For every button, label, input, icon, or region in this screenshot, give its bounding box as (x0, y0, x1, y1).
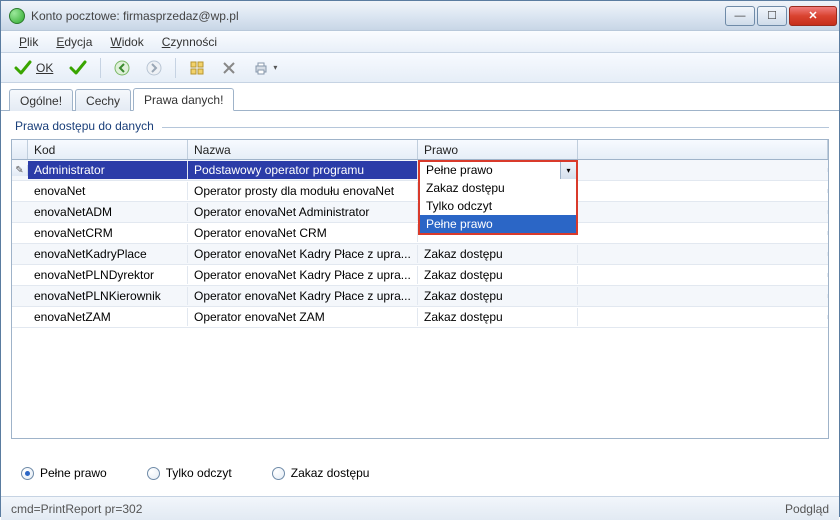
col-prawo[interactable]: Prawo (418, 140, 578, 159)
cell-nazwa[interactable]: Operator enovaNet ZAM (188, 308, 418, 326)
cell-prawo[interactable]: Zakaz dostępu (418, 245, 578, 263)
content-pane: Prawa dostępu do danych Kod Nazwa Prawo … (1, 111, 839, 450)
close-button[interactable]: ✕ (789, 6, 837, 26)
tab-ogolne[interactable]: Ogólne! (9, 89, 73, 111)
menu-widok[interactable]: Widok (102, 33, 151, 51)
cell-fill (578, 231, 828, 235)
chevron-down-icon: ▾ (273, 63, 277, 72)
tab-cechy[interactable]: Cechy (75, 89, 131, 111)
group-label: Prawa dostępu do danych (11, 119, 158, 133)
data-grid[interactable]: Kod Nazwa Prawo ✎ Administrator Podstawo… (11, 139, 829, 439)
col-kod[interactable]: Kod (28, 140, 188, 159)
edit-pencil-icon: ✎ (15, 165, 23, 176)
maximize-button[interactable]: ☐ (757, 6, 787, 26)
titlebar: Konto pocztowe: firmasprzedaz@wp.pl — ☐ … (1, 1, 839, 31)
cell-fill (578, 189, 828, 193)
toolbar-separator (100, 58, 101, 78)
cell-kod[interactable]: Administrator (28, 161, 188, 179)
cell-nazwa[interactable]: Operator enovaNet Kadry Płace z upra... (188, 245, 418, 263)
menu-plik[interactable]: Plik (11, 33, 46, 51)
radio-zakaz-dostepu[interactable]: Zakaz dostępu (272, 466, 370, 480)
check-icon (14, 59, 32, 77)
cell-nazwa[interactable]: Podstawowy operator programu (188, 161, 418, 179)
toolbar-separator (175, 58, 176, 78)
ok-label: OK (36, 61, 53, 75)
window: Konto pocztowe: firmasprzedaz@wp.pl — ☐ … (0, 0, 840, 517)
menubar: Plik Edycja Widok Czynności (1, 31, 839, 53)
cell-kod[interactable]: enovaNetPLNKierownik (28, 287, 188, 305)
tab-prawa-danych[interactable]: Prawa danych! (133, 88, 234, 111)
cell-nazwa[interactable]: Operator enovaNet Administrator (188, 203, 418, 221)
radio-tylko-odczyt[interactable]: Tylko odczyt (147, 466, 232, 480)
cell-fill (578, 315, 828, 319)
status-left: cmd=PrintReport pr=302 (11, 502, 142, 516)
chevron-down-icon: ▾ (566, 166, 570, 175)
toolbar: OK ▾ (1, 53, 839, 83)
table-row[interactable]: enovaNetPLNDyrektor Operator enovaNet Ka… (12, 265, 828, 286)
radio-label: Tylko odczyt (166, 466, 232, 480)
table-row[interactable]: enovaNetZAM Operator enovaNet ZAM Zakaz … (12, 307, 828, 328)
tool-button-1[interactable] (184, 57, 210, 79)
dropdown-option[interactable]: Tylko odczyt (420, 197, 576, 215)
cell-prawo[interactable]: Zakaz dostępu (418, 308, 578, 326)
grid-header: Kod Nazwa Prawo (12, 140, 828, 160)
radio-icon (272, 467, 285, 480)
table-row[interactable]: ✎ Administrator Podstawowy operator prog… (12, 160, 828, 181)
cell-nazwa[interactable]: Operator enovaNet CRM (188, 224, 418, 242)
col-fill (578, 140, 828, 159)
menu-edycja[interactable]: Edycja (48, 33, 100, 51)
radio-label: Pełne prawo (40, 466, 107, 480)
dropdown-option[interactable]: Zakaz dostępu (420, 179, 576, 197)
ok-button[interactable]: OK (9, 56, 58, 80)
cell-prawo[interactable]: Zakaz dostępu (418, 287, 578, 305)
menu-czynnosci[interactable]: Czynności (154, 33, 225, 51)
cell-kod[interactable]: enovaNetCRM (28, 224, 188, 242)
status-bar: cmd=PrintReport pr=302 Podgląd (1, 496, 839, 520)
window-title: Konto pocztowe: firmasprzedaz@wp.pl (31, 9, 725, 23)
cell-nazwa[interactable]: Operator enovaNet Kadry Płace z upra... (188, 287, 418, 305)
row-header-corner (12, 140, 28, 159)
dropdown-toggle[interactable]: ▾ (560, 162, 576, 179)
table-row[interactable]: enovaNetKadryPlace Operator enovaNet Kad… (12, 244, 828, 265)
cell-fill (578, 273, 828, 277)
cell-kod[interactable]: enovaNetKadryPlace (28, 245, 188, 263)
filter-radiobar: Pełne prawo Tylko odczyt Zakaz dostępu (1, 450, 839, 496)
cell-nazwa[interactable]: Operator prosty dla modułu enovaNet (188, 182, 418, 200)
cell-prawo[interactable]: Zakaz dostępu (418, 266, 578, 284)
prawo-dropdown[interactable]: Pełne prawo ▾ Zakaz dostępu Tylko odczyt… (418, 160, 578, 181)
back-button[interactable] (109, 57, 135, 79)
cell-fill (578, 252, 828, 256)
tab-strip: Ogólne! Cechy Prawa danych! (1, 87, 839, 111)
table-row[interactable]: enovaNetPLNKierownik Operator enovaNet K… (12, 286, 828, 307)
dropdown-value: Pełne prawo (420, 163, 560, 177)
accept-button[interactable] (64, 56, 92, 80)
row-handle: ✎ (12, 165, 28, 176)
cell-kod[interactable]: enovaNetZAM (28, 308, 188, 326)
radio-pelne-prawo[interactable]: Pełne prawo (21, 466, 107, 480)
radio-icon (21, 467, 34, 480)
dropdown-option[interactable]: Pełne prawo (420, 215, 576, 233)
minimize-button[interactable]: — (725, 6, 755, 26)
cell-fill (578, 294, 828, 298)
window-controls: — ☐ ✕ (725, 6, 837, 26)
cell-fill (578, 210, 828, 214)
cell-nazwa[interactable]: Operator enovaNet Kadry Płace z upra... (188, 266, 418, 284)
radio-label: Zakaz dostępu (291, 466, 370, 480)
forward-button[interactable] (141, 57, 167, 79)
print-button[interactable]: ▾ (248, 57, 282, 79)
radio-icon (147, 467, 160, 480)
app-icon (9, 8, 25, 24)
check-icon (69, 59, 87, 77)
status-right: Podgląd (785, 502, 829, 516)
cell-kod[interactable]: enovaNetPLNDyrektor (28, 266, 188, 284)
cell-kod[interactable]: enovaNet (28, 182, 188, 200)
dropdown-list: Zakaz dostępu Tylko odczyt Pełne prawo (418, 179, 578, 235)
cell-kod[interactable]: enovaNetADM (28, 203, 188, 221)
col-nazwa[interactable]: Nazwa (188, 140, 418, 159)
cell-fill (578, 168, 828, 172)
settings-button[interactable] (216, 57, 242, 79)
